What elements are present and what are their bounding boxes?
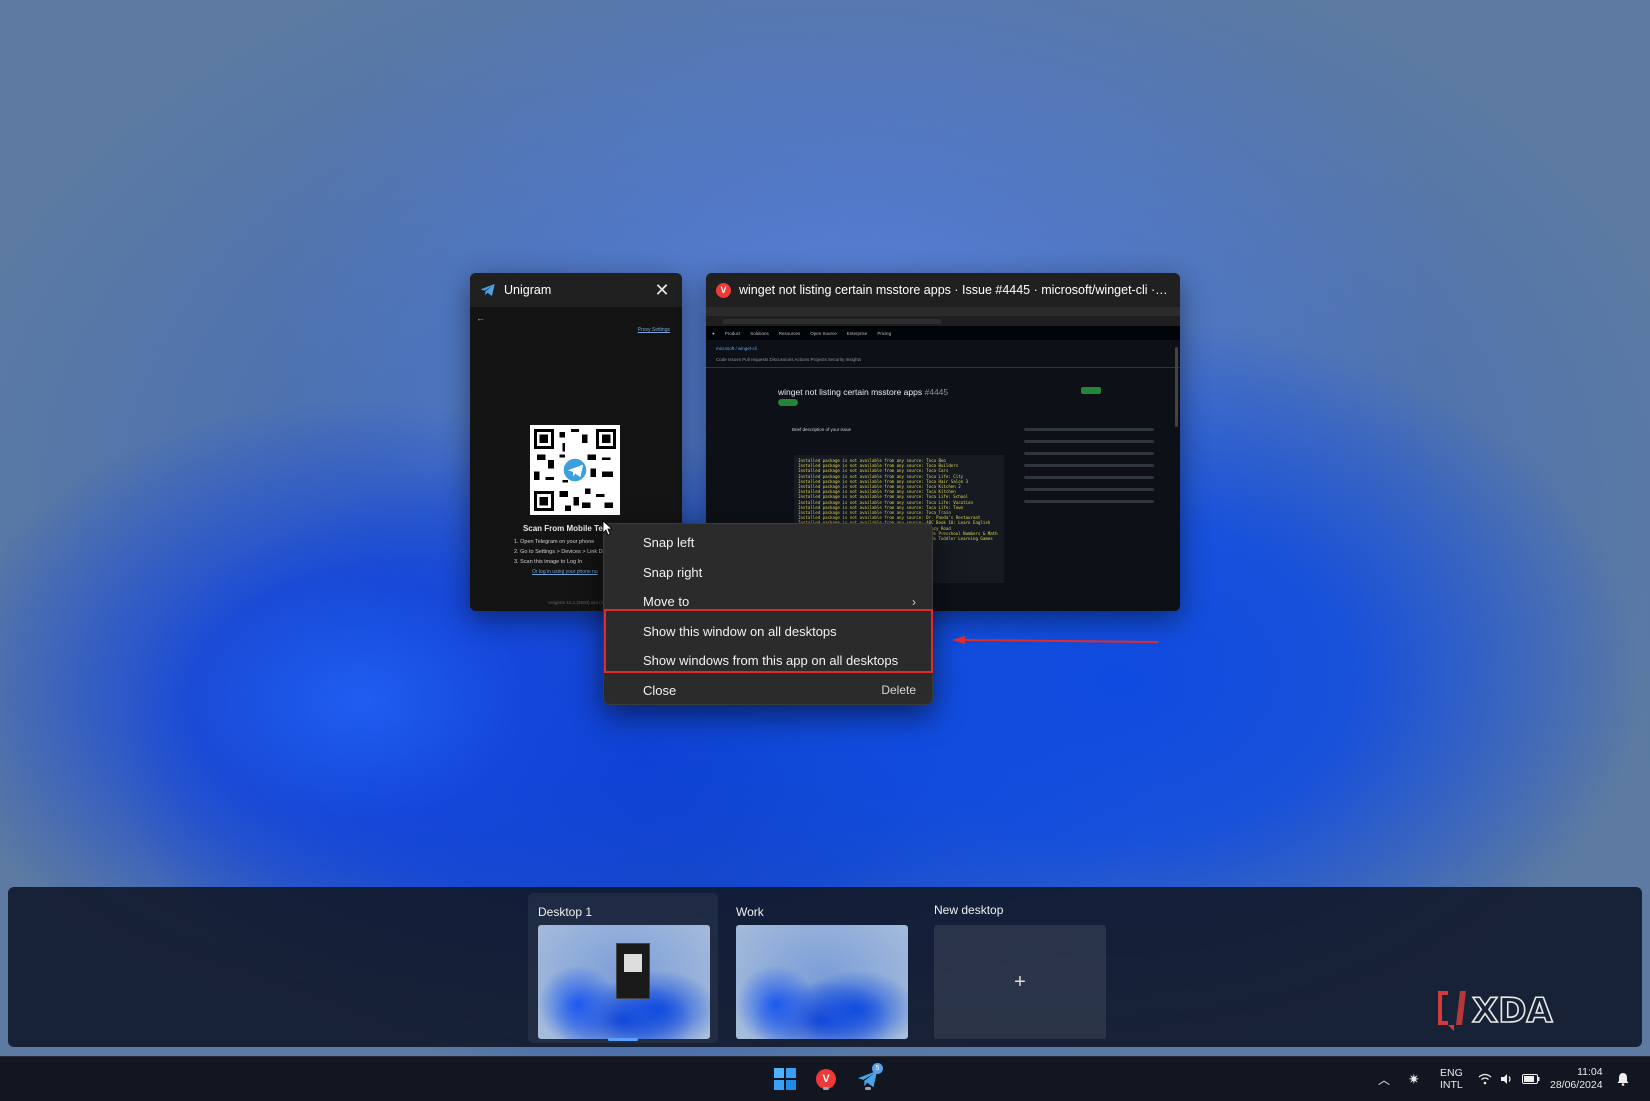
menu-item-snap-left[interactable]: Snap left — [604, 528, 932, 558]
language-indicator[interactable]: ENG INTL — [1440, 1057, 1463, 1101]
menu-item-snap-right[interactable]: Snap right — [604, 558, 932, 588]
desktop-thumbnail — [736, 925, 908, 1039]
battery-icon — [1522, 1074, 1540, 1084]
date: 28/06/2024 — [1550, 1079, 1603, 1091]
phone-login-link[interactable]: Or log in using your phone nu — [532, 569, 598, 575]
repo-tabs: Code Issues Pull requests Discussions Ac… — [716, 357, 862, 362]
taskbar: V 5 ︿ ✷ ENG INTL 11:04 28/06/2024 — [0, 1056, 1650, 1101]
scrollbar — [1175, 347, 1178, 427]
clock[interactable]: 11:04 28/06/2024 — [1550, 1057, 1603, 1101]
sun-icon: ✷ — [1408, 1070, 1420, 1087]
red-arrow-annotation — [952, 636, 1158, 644]
new-desktop-button[interactable]: New desktop + — [924, 893, 1114, 1043]
proxy-settings-link[interactable]: Proxy Settings — [638, 327, 670, 333]
virtual-desktops-bar: Desktop 1 Work New desktop + — [8, 887, 1642, 1047]
repo-header: microsoft / winget-cli Code Issues Pull … — [706, 340, 1180, 368]
menu-item-show-window-all-desktops[interactable]: Show this window on all desktops — [604, 617, 932, 647]
nav-item: Pricing — [877, 330, 892, 336]
menu-item-move-to[interactable]: Move to › — [604, 587, 932, 617]
vivaldi-icon: V — [816, 1069, 836, 1089]
vivaldi-title: winget not listing certain msstore apps … — [739, 283, 1170, 297]
quick-settings[interactable] — [1478, 1057, 1540, 1101]
unigram-title: Unigram — [504, 283, 552, 297]
wifi-icon — [1478, 1073, 1492, 1085]
brightness-tray[interactable]: ✷ — [1408, 1057, 1420, 1101]
desktop-label: Work — [736, 905, 764, 919]
nav-item: Resources — [778, 330, 801, 336]
desktop-card-desktop-1[interactable]: Desktop 1 — [528, 893, 718, 1043]
issue-title: winget not listing certain msstore apps … — [778, 387, 949, 397]
active-indicator — [608, 1038, 638, 1041]
mini-window — [616, 943, 650, 999]
windows-logo-icon — [774, 1068, 796, 1090]
show-hidden-icons[interactable]: ︿ — [1378, 1057, 1390, 1101]
address-bar — [706, 316, 1180, 326]
desktop-thumbnail — [538, 925, 710, 1039]
time: 11:04 — [1577, 1066, 1603, 1078]
start-button[interactable] — [772, 1066, 798, 1092]
chevron-right-icon: › — [912, 594, 916, 609]
nav-item: Solutions — [750, 330, 769, 336]
running-indicator — [865, 1087, 871, 1090]
bell-icon — [1617, 1073, 1629, 1086]
close-icon[interactable]: ✕ — [652, 280, 672, 300]
back-arrow-icon: ← — [476, 313, 485, 323]
vivaldi-icon: V — [716, 282, 731, 298]
running-indicator — [823, 1087, 829, 1090]
desktop-label: Desktop 1 — [538, 905, 593, 919]
menu-item-show-app-all-desktops[interactable]: Show windows from this app on all deskto… — [604, 646, 932, 676]
taskbar-vivaldi[interactable]: V — [813, 1066, 839, 1092]
qr-code — [530, 425, 620, 515]
notification-badge: 5 — [872, 1063, 883, 1074]
comment-heading: Brief description of your issue — [792, 427, 852, 432]
github-nav: ● Product Solutions Resources Open Sourc… — [706, 326, 1180, 340]
chevron-up-icon: ︿ — [1378, 1072, 1391, 1087]
new-issue-button — [1081, 387, 1101, 394]
nav-item: Enterprise — [846, 330, 868, 336]
shortcut-delete: Delete — [881, 683, 916, 698]
window-context-menu: Snap left Snap right Move to › Show this … — [603, 523, 933, 705]
menu-item-close[interactable]: Close Delete — [604, 676, 932, 706]
plus-icon[interactable]: + — [934, 925, 1106, 1039]
desktop-label: New desktop — [934, 903, 1004, 917]
taskbar-unigram[interactable]: 5 — [855, 1063, 883, 1092]
issue-number: #4445 — [924, 387, 949, 397]
open-badge — [778, 399, 798, 406]
volume-icon — [1501, 1074, 1511, 1084]
vivaldi-title-bar[interactable]: V winget not listing certain msstore app… — [706, 273, 1180, 307]
repo-name: microsoft / winget-cli — [716, 346, 757, 351]
browser-tabs — [706, 307, 1180, 316]
mouse-cursor-icon — [602, 520, 612, 536]
nav-item: Product — [724, 330, 741, 336]
xda-watermark-logo: XDA — [1438, 990, 1554, 1031]
desktop-card-work[interactable]: Work — [726, 893, 916, 1043]
github-logo-icon: ● — [712, 330, 715, 336]
issue-sidebar — [1024, 419, 1154, 539]
svg-text:XDA: XDA — [1472, 991, 1553, 1031]
notifications-button[interactable] — [1617, 1057, 1629, 1101]
nav-item: Open Source — [810, 330, 837, 336]
unigram-title-bar[interactable]: Unigram ✕ — [470, 273, 682, 307]
telegram-icon — [480, 284, 495, 296]
